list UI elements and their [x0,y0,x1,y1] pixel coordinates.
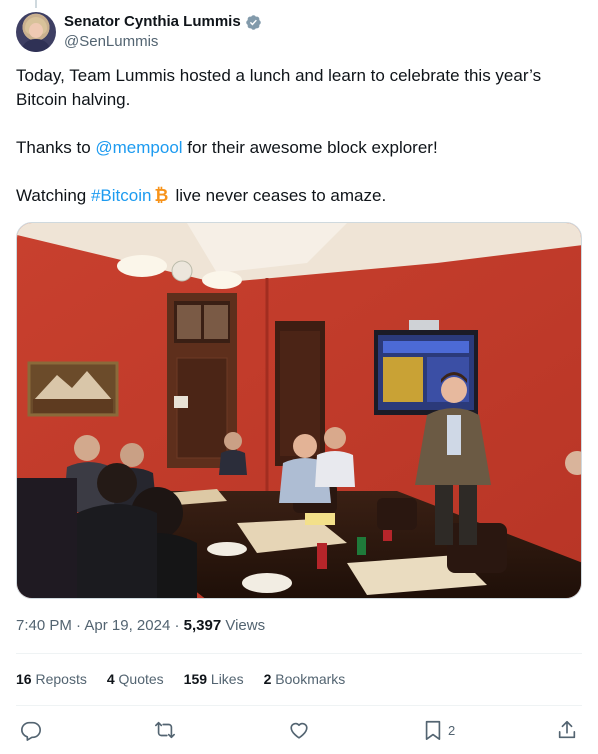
views-count[interactable]: 5,397 [184,617,222,634]
reposts-label: Reposts [35,671,87,687]
thread-connector [35,0,37,8]
tweet-line-2: Thanks to @mempool for their awesome blo… [16,136,582,160]
tweet-date[interactable]: Apr 19, 2024 [84,617,170,634]
divider [16,705,582,706]
bookmarks-count: 2 [263,671,272,687]
reply-icon [21,721,41,741]
tweet-line-3: Watching #Bitcoin ₿ live never ceases to a… [16,184,582,208]
tweet-line-3-suffix: live never ceases to amaze. [175,186,387,205]
like-icon [290,722,308,739]
likes-label: Likes [210,671,244,687]
bookmarks-label: Bookmarks [275,671,346,687]
bitcoin-emoji-icon: ₿ [155,186,169,204]
likes-stat[interactable]: 159 Likes [184,669,244,689]
author-handle[interactable]: @SenLummis [64,32,262,52]
divider [16,653,582,654]
reposts-count: 16 [16,671,32,687]
verified-badge-icon [245,14,261,30]
repost-icon [155,721,175,739]
reposts-stat[interactable]: 16 Reposts [16,669,87,689]
tweet-header: Senator Cynthia Lummis @SenLummis [16,10,262,54]
svg-text:₿: ₿ [155,186,169,204]
hashtag-link[interactable]: #Bitcoin [91,186,151,205]
like-button[interactable] [288,719,310,741]
bookmark-button[interactable]: 2 [422,719,455,741]
photo-meeting-room [17,223,581,598]
action-bar: 2 [16,714,582,748]
tweet-meta: 7:40 PM · Apr 19, 2024 · 5,397 Views [16,616,265,636]
meta-separator: · [71,617,85,634]
avatar[interactable] [16,12,56,52]
reply-button[interactable] [20,719,42,741]
author-display-name[interactable]: Senator Cynthia Lummis [64,12,241,32]
tweet-time[interactable]: 7:40 PM [16,617,72,634]
share-icon [558,720,576,739]
engagement-stats: 16 Reposts 4 Quotes 159 Likes 2 Bookmark… [16,669,365,689]
quotes-label: Quotes [118,671,164,687]
likes-count: 159 [183,671,208,687]
tweet-line-3-prefix: Watching [16,186,91,205]
views-label[interactable]: Views [221,617,265,634]
bookmark-count: 2 [448,722,456,738]
tweet-text: Today, Team Lummis hosted a lunch and le… [16,64,582,208]
quotes-count: 4 [106,671,115,687]
bookmark-icon [425,720,441,740]
quotes-stat[interactable]: 4 Quotes [107,669,164,689]
tweet-line-2-prefix: Thanks to [16,138,96,157]
tweet-line-2-suffix: for their awesome block explorer! [182,138,438,157]
repost-button[interactable] [154,719,176,741]
author-names: Senator Cynthia Lummis @SenLummis [64,12,262,52]
mention-link[interactable]: @mempool [95,138,182,157]
meta-separator: · [170,617,184,634]
tweet-line-1: Today, Team Lummis hosted a lunch and le… [16,66,542,109]
tweet-photo[interactable] [16,222,582,599]
share-button[interactable] [556,719,578,741]
bookmarks-stat[interactable]: 2 Bookmarks [264,669,346,689]
